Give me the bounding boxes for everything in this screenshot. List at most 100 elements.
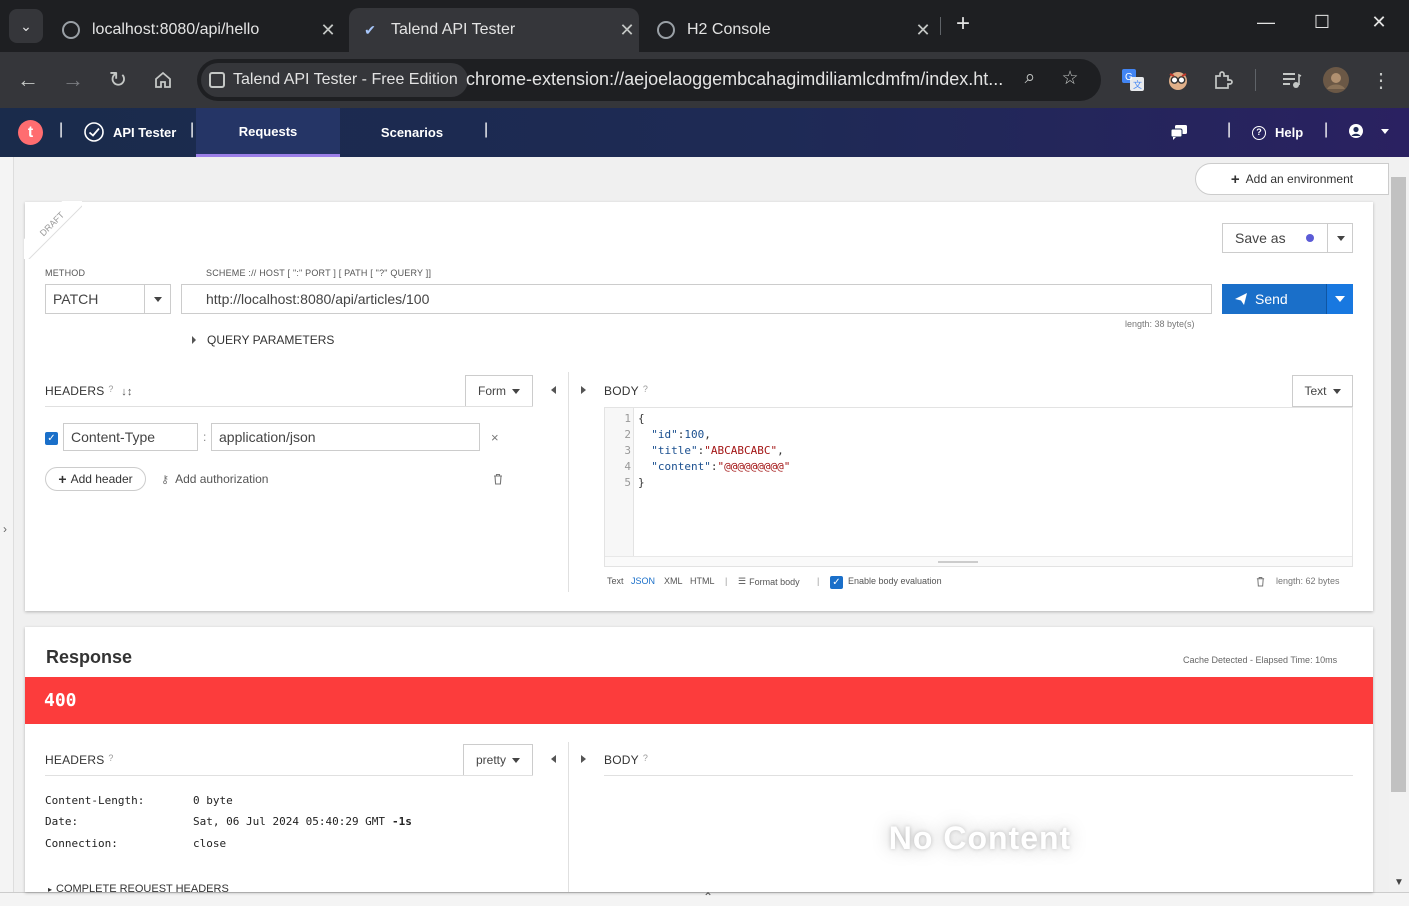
sort-icon[interactable]: ↓↕ xyxy=(121,386,132,398)
format-text[interactable]: Text xyxy=(607,576,624,586)
response-headers-title: HEADERS? xyxy=(45,753,114,767)
save-as-button[interactable]: Save as xyxy=(1222,223,1353,253)
enable-evaluation-checkbox[interactable]: ✓ xyxy=(830,576,843,589)
chrome-menu-button[interactable]: ⋮ xyxy=(1367,66,1395,94)
editor-resize-handle[interactable] xyxy=(605,556,1352,566)
remove-header-icon[interactable]: × xyxy=(491,430,499,445)
profile-avatar-icon xyxy=(1323,67,1349,93)
help-label: Help xyxy=(1275,125,1304,140)
close-tab-icon[interactable]: ✕ xyxy=(316,20,340,41)
complete-request-headers-toggle[interactable]: ▸ COMPLETE REQUEST HEADERS xyxy=(48,883,229,892)
translate-extension[interactable]: G文 xyxy=(1119,66,1147,94)
line-number: 2 xyxy=(624,428,631,441)
header-value: application/json xyxy=(219,429,316,445)
account-menu[interactable] xyxy=(1348,123,1389,139)
tab-search-button[interactable]: ⌄ xyxy=(9,9,43,43)
info-icon[interactable]: ? xyxy=(643,753,648,763)
site-chip[interactable]: Talend API Tester - Free Edition xyxy=(201,63,468,97)
caret-down-icon xyxy=(512,757,520,763)
chevron-down-icon: ⌄ xyxy=(20,17,32,34)
add-header-label: Add header xyxy=(70,472,133,486)
back-button[interactable]: ← xyxy=(10,62,46,98)
globe-icon xyxy=(657,21,675,39)
header-name-input[interactable]: Content-Type xyxy=(63,423,198,451)
profile-button[interactable] xyxy=(1322,66,1350,94)
send-button[interactable]: Send xyxy=(1222,284,1353,314)
trash-icon[interactable] xyxy=(1256,576,1265,587)
tab-requests[interactable]: Requests xyxy=(196,108,340,157)
format-json[interactable]: JSON xyxy=(631,576,655,586)
owl-extension[interactable] xyxy=(1164,66,1192,94)
query-parameters-toggle[interactable]: QUERY PARAMETERS xyxy=(192,333,334,347)
reload-button[interactable]: ↻ xyxy=(100,62,136,98)
forward-button[interactable]: → xyxy=(55,62,91,98)
no-content-label: No Content xyxy=(888,819,1072,856)
enable-evaluation-label: Enable body evaluation xyxy=(848,576,942,586)
add-header-button[interactable]: + Add header xyxy=(45,467,146,491)
address-bar[interactable]: Talend API Tester - Free Edition chrome-… xyxy=(197,59,1101,101)
draft-label: DRAFT xyxy=(24,201,82,259)
body-mode-select[interactable]: Text xyxy=(1292,375,1353,407)
header-enabled-checkbox[interactable]: ✓ xyxy=(45,432,58,445)
zoom-icon[interactable]: ⌕ xyxy=(1017,67,1043,93)
browser-tab-h2[interactable]: H2 Console ✕ xyxy=(645,8,935,52)
headers-label: HEADERS xyxy=(45,384,105,398)
send-dropdown[interactable] xyxy=(1326,284,1353,314)
add-authorization-link[interactable]: ⚷ Add authorization xyxy=(161,472,268,486)
body-mode-label: Text xyxy=(1304,384,1327,398)
minimize-button[interactable]: — xyxy=(1251,12,1281,40)
send-main[interactable]: Send xyxy=(1222,284,1326,314)
format-html[interactable]: HTML xyxy=(690,576,715,586)
save-as-dropdown[interactable] xyxy=(1327,224,1353,252)
response-header-value: close xyxy=(193,837,227,850)
format-body-button[interactable]: ☰ Format body xyxy=(738,576,800,587)
home-button[interactable] xyxy=(145,62,181,98)
chat-icon[interactable] xyxy=(1170,124,1188,140)
json-key: "content" xyxy=(651,460,711,473)
scrollbar-thumb[interactable] xyxy=(1391,177,1406,792)
collapse-left-icon[interactable] xyxy=(551,386,556,394)
tab-scenarios[interactable]: Scenarios xyxy=(340,108,484,157)
add-environment-button[interactable]: + Add an environment xyxy=(1195,163,1389,195)
close-tab-icon[interactable]: ✕ xyxy=(911,20,935,41)
response-header-name: Content-Length: xyxy=(45,794,145,807)
format-xml[interactable]: XML xyxy=(664,576,683,586)
response-card xyxy=(25,627,1373,892)
maximize-button[interactable]: ☐ xyxy=(1307,12,1337,40)
info-icon[interactable]: ? xyxy=(108,384,113,394)
browser-tab-talend[interactable]: ✔ Talend API Tester ✕ xyxy=(349,8,639,52)
url-text[interactable]: chrome-extension://aejoelaoggembcahagimd… xyxy=(466,69,1011,90)
method-select[interactable]: PATCH xyxy=(45,284,171,314)
url-input[interactable]: http://localhost:8080/api/articles/100 xyxy=(181,284,1212,314)
expand-right-icon[interactable] xyxy=(581,755,586,763)
headers-mode-select[interactable]: Form xyxy=(465,375,533,407)
info-icon[interactable]: ? xyxy=(108,753,113,763)
divider: | xyxy=(817,576,820,586)
talend-logo[interactable]: t xyxy=(18,120,43,145)
star-icon[interactable]: ☆ xyxy=(1057,67,1083,93)
header-value-input[interactable]: application/json xyxy=(211,423,480,451)
chevron-up-icon[interactable]: ⌃ xyxy=(703,890,713,904)
info-icon[interactable]: ? xyxy=(643,384,648,394)
extensions-button[interactable] xyxy=(1209,66,1237,94)
new-tab-button[interactable]: + xyxy=(950,12,976,38)
left-collapse-rail[interactable]: › xyxy=(0,157,14,892)
response-header-name: Date: xyxy=(45,815,79,828)
response-headers-mode-select[interactable]: pretty xyxy=(463,744,533,776)
close-window-button[interactable]: ✕ xyxy=(1364,12,1394,40)
browser-tab-hello[interactable]: localhost:8080/api/hello ✕ xyxy=(50,8,340,52)
vertical-scrollbar[interactable]: ▼ xyxy=(1389,157,1409,892)
tab-title: Talend API Tester xyxy=(391,21,516,38)
body-editor[interactable]: 1 2 3 4 5 { "id":100, "title":"ABCABCABC… xyxy=(604,407,1353,567)
method-dropdown[interactable] xyxy=(144,285,170,313)
collapse-left-icon[interactable] xyxy=(551,755,556,763)
media-control-button[interactable] xyxy=(1277,66,1305,94)
scroll-down-icon[interactable]: ▼ xyxy=(1394,877,1404,888)
bottom-panel-bar[interactable]: ⌃ xyxy=(0,890,1409,906)
close-tab-icon[interactable]: ✕ xyxy=(615,20,639,41)
expand-right-icon[interactable] xyxy=(581,386,586,394)
code-line: "content":"@@@@@@@@@" xyxy=(651,460,791,473)
trash-icon[interactable] xyxy=(493,473,503,485)
help-link[interactable]: ? Help xyxy=(1252,125,1303,140)
response-header-value: 0 byte xyxy=(193,794,233,807)
